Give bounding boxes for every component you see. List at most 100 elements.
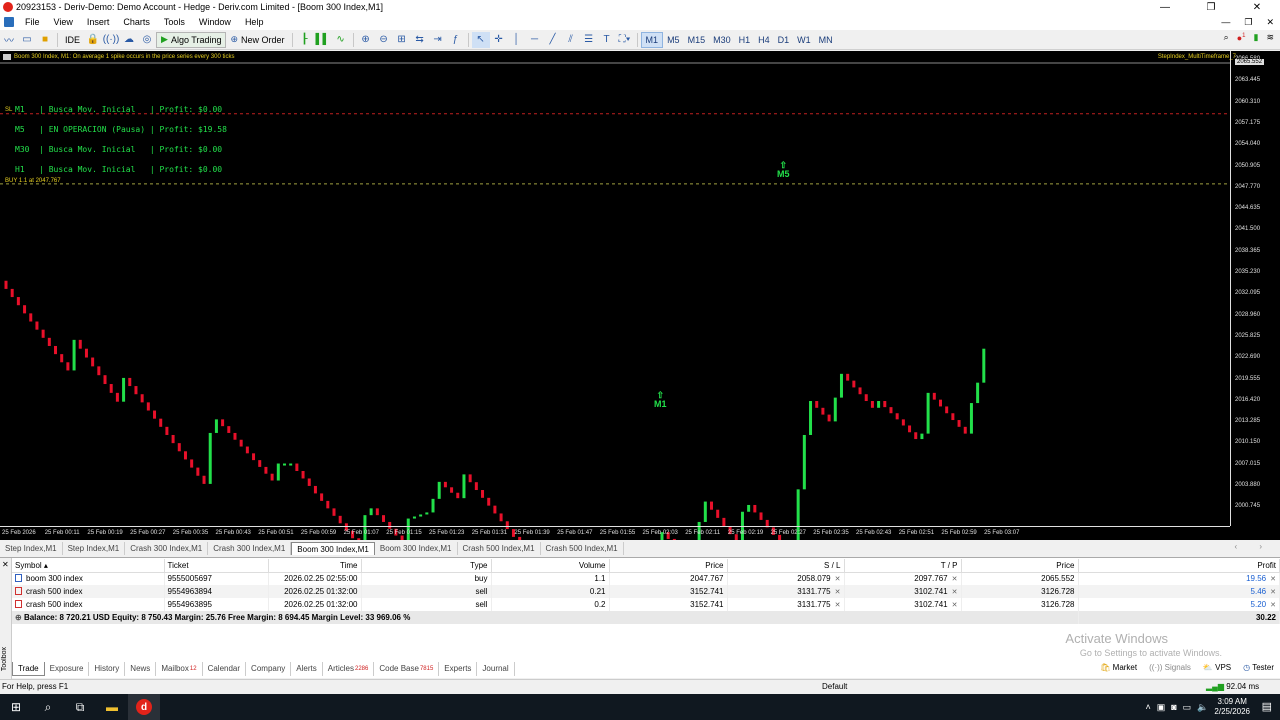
cell-tp[interactable]: 3102.741 ✕	[844, 585, 962, 598]
shapes-icon[interactable]: ⛶▾	[616, 32, 634, 48]
cell-sl[interactable]: 3131.775 ✕	[727, 598, 845, 611]
remove-tp-icon[interactable]: ✕	[952, 576, 958, 583]
bar-chart-icon[interactable]: ┠	[296, 32, 314, 48]
tray-app-icon[interactable]: ▣	[1157, 702, 1166, 713]
menu-view[interactable]: View	[47, 17, 80, 27]
chart-tab[interactable]: Crash 500 Index,M1	[541, 542, 624, 555]
start-icon[interactable]: ⊞	[0, 694, 32, 720]
toolbox-tab-calendar[interactable]: Calendar	[203, 661, 247, 676]
cell-tp[interactable]: 3102.741 ✕	[844, 598, 962, 611]
channel-icon[interactable]: ⫽	[562, 32, 580, 48]
tray-network-icon[interactable]: ▭	[1183, 702, 1192, 713]
tester-link[interactable]: ◷ Tester	[1243, 663, 1274, 672]
chart-tab[interactable]: Boom 300 Index,M1	[291, 542, 375, 555]
search-taskbar-icon[interactable]: ⌕	[32, 694, 64, 720]
close-position-icon[interactable]: ✕	[1270, 576, 1276, 583]
chart-tab[interactable]: Step Index,M1	[0, 542, 63, 555]
toolbox-tab-journal[interactable]: Journal	[477, 661, 515, 676]
toolbox-tab-code-base[interactable]: Code Base 7815	[374, 661, 440, 676]
trendline-icon[interactable]: ╱	[544, 32, 562, 48]
remove-tp-icon[interactable]: ✕	[952, 589, 958, 596]
menu-tools[interactable]: Tools	[157, 17, 192, 27]
deriv-app-icon[interactable]: d	[128, 694, 160, 720]
crosshair-icon[interactable]: ✛	[490, 32, 508, 48]
chart-window-icon[interactable]: ▭	[18, 32, 36, 48]
chart-shift-icon[interactable]: ⇥	[429, 32, 447, 48]
vertical-line-icon[interactable]: │	[508, 32, 526, 48]
col-price[interactable]: Price	[609, 559, 728, 573]
menu-charts[interactable]: Charts	[116, 17, 157, 27]
col-sl[interactable]: S / L	[727, 559, 845, 573]
taskbar-clock[interactable]: 3:09 AM 2/25/2026	[1214, 697, 1250, 717]
close-toolbox-icon[interactable]: ✕	[2, 560, 9, 569]
toolbox-tab-company[interactable]: Company	[246, 661, 292, 676]
volume-icon[interactable]: 🔈	[1197, 702, 1208, 713]
chart-tab[interactable]: Boom 300 Index,M1	[375, 542, 458, 555]
signals-link[interactable]: ((·)) Signals	[1149, 663, 1191, 672]
cell-profit[interactable]: 19.56 ✕	[1078, 572, 1280, 585]
tray-app2-icon[interactable]: ◙	[1171, 702, 1176, 712]
tile-windows-icon[interactable]: ⊞	[393, 32, 411, 48]
tray-arrow-icon[interactable]: ˄	[1145, 702, 1150, 712]
cloud-icon[interactable]: ☁	[120, 32, 138, 48]
timeframe-d1[interactable]: D1	[774, 32, 794, 48]
toolbox-tab-news[interactable]: News	[125, 661, 157, 676]
toolbox-tab-mailbox[interactable]: Mailbox 12	[156, 661, 203, 676]
zoom-out-icon[interactable]: ⊖	[375, 32, 393, 48]
mdi-minimize-button[interactable]: —	[1221, 17, 1230, 28]
menu-help[interactable]: Help	[238, 17, 271, 27]
col-profit[interactable]: Profit	[1078, 559, 1280, 573]
col-ticket[interactable]: Ticket	[164, 559, 269, 573]
horizontal-line-icon[interactable]: ─	[526, 32, 544, 48]
notifications-icon[interactable]: ●1	[1237, 33, 1246, 43]
candles-icon[interactable]: ▌▌	[314, 32, 332, 48]
col-current-price[interactable]: Price	[961, 559, 1079, 573]
new-order-button[interactable]: ⊕ New Order	[226, 32, 288, 48]
minimize-button[interactable]: —	[1142, 0, 1188, 14]
trade-row[interactable]: crash 500 index 9554963895 2026.02.25 01:3…	[12, 598, 1280, 611]
zoom-in-icon[interactable]: ⊕	[357, 32, 375, 48]
text-icon[interactable]: T	[598, 32, 616, 48]
col-symbol[interactable]: Symbol ▴	[12, 559, 165, 573]
col-tp[interactable]: T / P	[844, 559, 962, 573]
ide-button[interactable]: IDE	[61, 32, 84, 48]
task-view-icon[interactable]: ⧉	[64, 694, 96, 720]
tabs-scroll-arrows[interactable]: ‹ ›	[1234, 542, 1272, 551]
timeframe-m30[interactable]: M30	[709, 32, 735, 48]
search-icon[interactable]: ⌕	[1224, 32, 1229, 43]
fibonacci-icon[interactable]: ☰	[580, 32, 598, 48]
timeframe-mn[interactable]: MN	[815, 32, 837, 48]
cursor-icon[interactable]: ↖	[471, 31, 490, 48]
profile-icon[interactable]: ■	[36, 32, 54, 48]
indicators-icon[interactable]: ƒ	[447, 32, 465, 48]
timeframe-m5[interactable]: M5	[663, 32, 684, 48]
globe-icon[interactable]: ◎	[138, 32, 156, 48]
cell-sl[interactable]: 2058.079 ✕	[727, 572, 845, 585]
cell-profit[interactable]: 5.46 ✕	[1078, 585, 1280, 598]
chart-tab[interactable]: Crash 500 Index,M1	[458, 542, 541, 555]
cell-profit[interactable]: 5.20 ✕	[1078, 598, 1280, 611]
file-explorer-icon[interactable]: ▬	[96, 694, 128, 720]
chart-tab[interactable]: Crash 300 Index,M1	[208, 542, 292, 555]
toolbox-tab-experts[interactable]: Experts	[439, 661, 478, 676]
timeframe-m1[interactable]: M1	[640, 31, 664, 48]
timeframe-w1[interactable]: W1	[793, 32, 815, 48]
remove-sl-icon[interactable]: ✕	[835, 589, 841, 596]
chart-type-icon[interactable]: 〰	[0, 32, 18, 48]
cell-sl[interactable]: 3131.775 ✕	[727, 585, 845, 598]
menu-window[interactable]: Window	[192, 17, 238, 27]
mdi-restore-button[interactable]: ❐	[1244, 17, 1252, 28]
col-type[interactable]: Type	[361, 559, 492, 573]
line-chart-icon[interactable]: ∿	[332, 32, 350, 48]
lock-icon[interactable]: 🔒	[84, 32, 102, 48]
col-volume[interactable]: Volume	[491, 559, 610, 573]
remove-sl-icon[interactable]: ✕	[835, 602, 841, 609]
remove-sl-icon[interactable]: ✕	[835, 576, 841, 583]
menu-file[interactable]: File	[18, 17, 47, 27]
mdi-close-button[interactable]: ✕	[1266, 17, 1274, 28]
chart-tab[interactable]: Crash 300 Index,M1	[125, 542, 209, 555]
toolbox-tab-alerts[interactable]: Alerts	[291, 661, 323, 676]
timeframe-h4[interactable]: H4	[754, 32, 774, 48]
price-chart[interactable]: Boom 300 Index, M1: On average 1 spike o…	[0, 51, 1280, 540]
timeframe-h1[interactable]: H1	[735, 32, 755, 48]
